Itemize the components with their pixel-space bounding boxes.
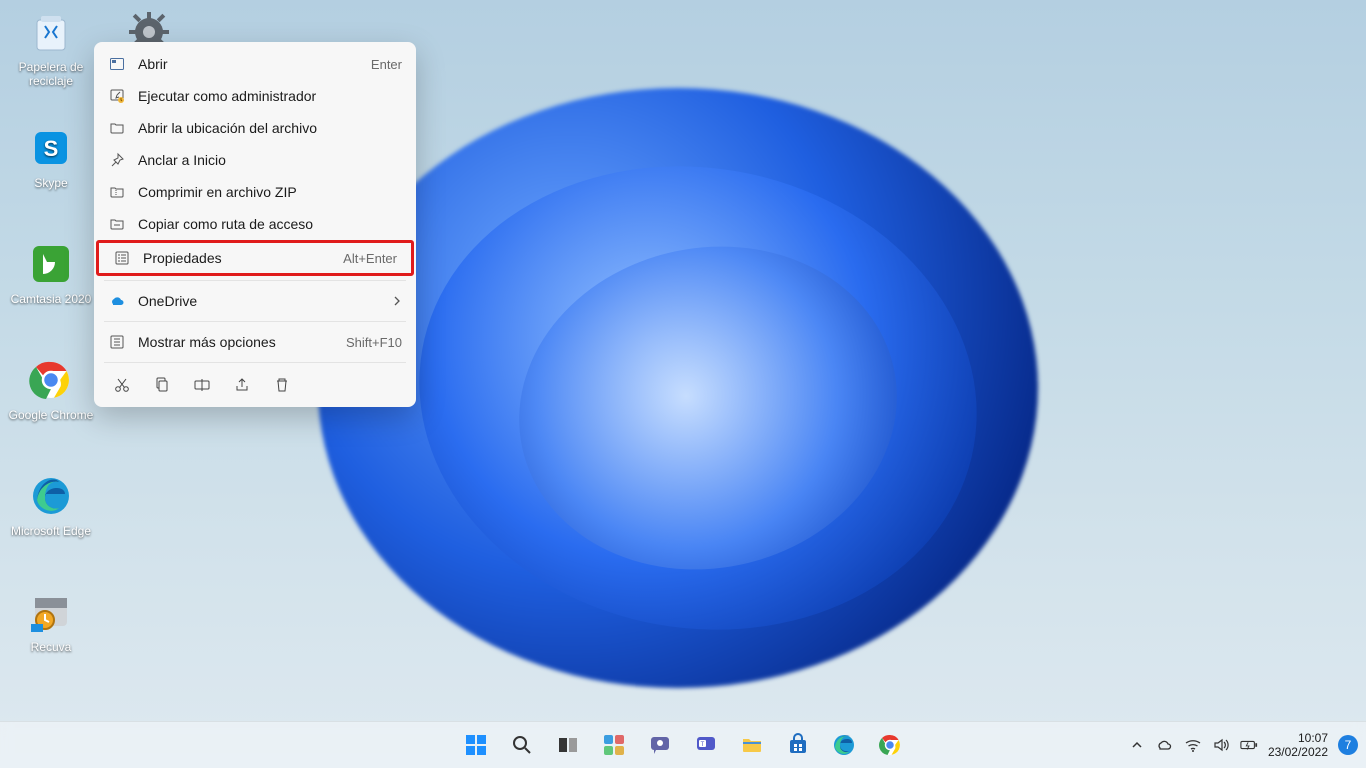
recycle-bin-icon xyxy=(27,8,75,56)
teams-button[interactable]: T xyxy=(686,725,726,765)
store-icon xyxy=(786,733,810,757)
context-menu-item-properties[interactable]: Propiedades Alt+Enter xyxy=(99,243,411,273)
context-menu-item-open-location[interactable]: Abrir la ubicación del archivo xyxy=(94,112,416,144)
context-menu-item-run-admin[interactable]: Ejecutar como administrador xyxy=(94,80,416,112)
properties-icon xyxy=(113,249,131,267)
desktop-icon-edge[interactable]: Microsoft Edge xyxy=(6,472,96,538)
context-menu-item-properties-highlight: Propiedades Alt+Enter xyxy=(96,240,414,276)
desktop-icon-skype[interactable]: S Skype xyxy=(6,124,96,190)
svg-text:T: T xyxy=(701,742,705,748)
share-icon[interactable] xyxy=(232,375,252,395)
clock-date: 23/02/2022 xyxy=(1268,745,1328,759)
pin-icon xyxy=(108,151,126,169)
recuva-icon xyxy=(27,588,75,636)
desktop-icon-recycle-bin[interactable]: Papelera de reciclaje xyxy=(6,8,96,88)
battery-icon[interactable] xyxy=(1240,736,1258,754)
svg-text:S: S xyxy=(44,136,59,161)
skype-icon: S xyxy=(27,124,75,172)
taskbar-center: T xyxy=(456,725,910,765)
task-view-icon xyxy=(556,733,580,757)
file-explorer-button[interactable] xyxy=(732,725,772,765)
open-icon xyxy=(108,55,126,73)
store-button[interactable] xyxy=(778,725,818,765)
desktop-icon-camtasia[interactable]: Camtasia 2020 xyxy=(6,240,96,306)
chat-icon xyxy=(648,733,672,757)
zip-icon xyxy=(108,183,126,201)
clock-time: 10:07 xyxy=(1268,731,1328,745)
context-menu-icon-row xyxy=(94,367,416,401)
copy-path-icon xyxy=(108,215,126,233)
chrome-taskbar-button[interactable] xyxy=(870,725,910,765)
context-menu-item-open[interactable]: Abrir Enter xyxy=(94,48,416,80)
widgets-icon xyxy=(602,733,626,757)
context-menu-label: Copiar como ruta de acceso xyxy=(138,216,402,232)
context-menu-separator xyxy=(104,280,406,281)
notification-badge[interactable]: 7 xyxy=(1338,735,1358,755)
desktop-icon-chrome[interactable]: Google Chrome xyxy=(6,356,96,422)
context-menu-item-compress-zip[interactable]: Comprimir en archivo ZIP xyxy=(94,176,416,208)
chevron-right-icon xyxy=(392,296,402,306)
chat-button[interactable] xyxy=(640,725,680,765)
rename-icon[interactable] xyxy=(192,375,212,395)
edge-icon xyxy=(27,472,75,520)
widgets-button[interactable] xyxy=(594,725,634,765)
chevron-up-icon[interactable] xyxy=(1128,736,1146,754)
context-menu-label: Abrir la ubicación del archivo xyxy=(138,120,402,136)
task-view-button[interactable] xyxy=(548,725,588,765)
chrome-icon xyxy=(878,733,902,757)
desktop-icon-label: Papelera de reciclaje xyxy=(19,60,84,88)
context-menu-label: Mostrar más opciones xyxy=(138,334,334,350)
onedrive-tray-icon[interactable] xyxy=(1156,736,1174,754)
folder-open-icon xyxy=(108,119,126,137)
context-menu-hint: Shift+F10 xyxy=(346,335,402,350)
context-menu-label: Abrir xyxy=(138,56,359,72)
desktop-icon-label: Skype xyxy=(34,176,67,190)
context-menu-hint: Alt+Enter xyxy=(343,251,397,266)
context-menu: Abrir Enter Ejecutar como administrador … xyxy=(94,42,416,407)
desktop-icon-label: Microsoft Edge xyxy=(11,524,91,538)
desktop-icon-recuva[interactable]: Recuva xyxy=(6,588,96,654)
cut-icon[interactable] xyxy=(112,375,132,395)
file-explorer-icon xyxy=(740,733,764,757)
context-menu-hint: Enter xyxy=(371,57,402,72)
onedrive-icon xyxy=(108,292,126,310)
context-menu-label: Ejecutar como administrador xyxy=(138,88,402,104)
search-icon xyxy=(511,734,533,756)
taskbar-clock[interactable]: 10:07 23/02/2022 xyxy=(1268,731,1328,759)
windows-logo-icon xyxy=(464,733,488,757)
context-menu-label: Comprimir en archivo ZIP xyxy=(138,184,402,200)
context-menu-separator xyxy=(104,362,406,363)
delete-icon[interactable] xyxy=(272,375,292,395)
context-menu-item-pin-start[interactable]: Anclar a Inicio xyxy=(94,144,416,176)
context-menu-item-copy-path[interactable]: Copiar como ruta de acceso xyxy=(94,208,416,240)
desktop-icon-label: Camtasia 2020 xyxy=(11,292,92,306)
edge-icon xyxy=(832,733,856,757)
context-menu-label: OneDrive xyxy=(138,293,380,309)
edge-taskbar-button[interactable] xyxy=(824,725,864,765)
copy-icon[interactable] xyxy=(152,375,172,395)
camtasia-icon xyxy=(27,240,75,288)
taskbar: T 10:07 23/02/2022 7 xyxy=(0,721,1366,768)
teams-icon: T xyxy=(694,733,718,757)
wifi-icon[interactable] xyxy=(1184,736,1202,754)
volume-icon[interactable] xyxy=(1212,736,1230,754)
context-menu-item-more-options[interactable]: Mostrar más opciones Shift+F10 xyxy=(94,326,416,358)
search-button[interactable] xyxy=(502,725,542,765)
context-menu-label: Anclar a Inicio xyxy=(138,152,402,168)
chrome-icon xyxy=(27,356,75,404)
context-menu-label: Propiedades xyxy=(143,250,331,266)
start-button[interactable] xyxy=(456,725,496,765)
more-icon xyxy=(108,333,126,351)
context-menu-item-onedrive[interactable]: OneDrive xyxy=(94,285,416,317)
context-menu-separator xyxy=(104,321,406,322)
system-tray: 10:07 23/02/2022 7 xyxy=(1128,731,1358,759)
desktop-icon-label: Google Chrome xyxy=(9,408,94,422)
admin-icon xyxy=(108,87,126,105)
desktop-icon-label: Recuva xyxy=(31,640,72,654)
